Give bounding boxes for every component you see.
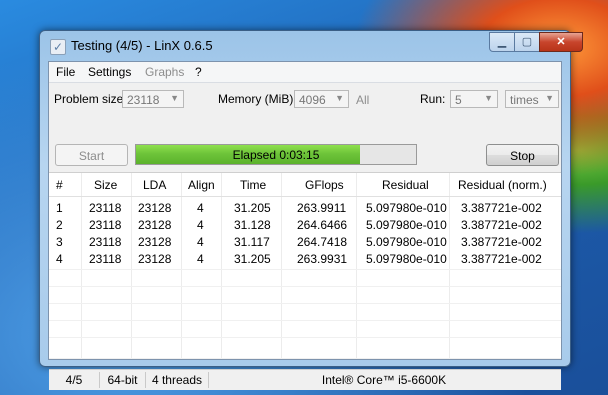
cell-residual-norm: 3.387721e-002	[461, 235, 542, 249]
cell-size: 23118	[89, 218, 122, 232]
chevron-down-icon: ▼	[484, 93, 493, 103]
row-separator	[49, 337, 561, 338]
window-title: Testing (4/5) - LinX 0.6.5	[71, 38, 213, 53]
chevron-down-icon: ▼	[545, 93, 554, 103]
status-threads: 4 threads	[146, 372, 209, 388]
cell-residual: 5.097980e-010	[366, 218, 447, 232]
cell-gflops: 263.9931	[297, 252, 348, 266]
menu-graphs[interactable]: Graphs	[145, 65, 184, 79]
table-header: # Size LDA Align Time GFlops Residual Re…	[49, 173, 561, 197]
cell-time: 31.205	[234, 201, 271, 215]
cell-residual-norm: 3.387721e-002	[461, 218, 542, 232]
chevron-down-icon: ▼	[170, 93, 179, 103]
all-memory-link[interactable]: All	[356, 93, 369, 107]
column-header[interactable]: Residual (norm.)	[458, 178, 547, 192]
cell-residual: 5.097980e-010	[366, 235, 447, 249]
table-row[interactable]: 3 23118 23128 4 31.117 264.7418 5.097980…	[49, 235, 561, 252]
status-cpu: Intel® Core™ i5-6600K	[321, 373, 447, 387]
elapsed-time-text: Elapsed 0:03:15	[232, 148, 320, 162]
row-separator	[49, 269, 561, 270]
problem-size-value: 23118	[127, 93, 160, 107]
menu-settings[interactable]: Settings	[88, 65, 131, 79]
run-count-combo[interactable]: 5 ▼	[450, 90, 498, 108]
minimize-button[interactable]: ▁	[489, 32, 515, 52]
column-header[interactable]: Align	[188, 178, 215, 192]
menu-file[interactable]: File	[56, 65, 75, 79]
cell-residual: 5.097980e-010	[366, 201, 447, 215]
cell-lda: 23128	[138, 201, 172, 215]
cell-size: 23118	[89, 235, 122, 249]
row-separator	[49, 303, 561, 304]
column-header[interactable]: Residual	[382, 178, 429, 192]
cell-align: 4	[197, 235, 204, 249]
cell-align: 4	[197, 218, 204, 232]
cell-gflops: 263.9911	[297, 201, 347, 215]
run-count-value: 5	[455, 93, 462, 107]
app-check-icon: ✓	[50, 39, 66, 55]
table-row[interactable]: 2 23118 23128 4 31.128 264.6466 5.097980…	[49, 218, 561, 235]
results-table: # Size LDA Align Time GFlops Residual Re…	[49, 172, 561, 358]
run-unit-combo[interactable]: times ▼	[505, 90, 559, 108]
menu-help[interactable]: ?	[195, 65, 202, 79]
status-bar: 4/5 64-bit 4 threads Intel® Core™ i5-660…	[49, 369, 561, 390]
status-bitness: 64-bit	[100, 372, 146, 388]
memory-combo[interactable]: 4096 ▼	[294, 90, 349, 108]
column-header[interactable]: Size	[94, 178, 117, 192]
maximize-button[interactable]: ▢	[514, 32, 540, 52]
problem-size-label: Problem size:	[54, 92, 127, 106]
memory-label: Memory (MiB):	[218, 92, 297, 106]
column-header[interactable]: GFlops	[305, 178, 344, 192]
cell-align: 4	[197, 252, 204, 266]
menu-bar: File Settings Graphs ?	[49, 62, 561, 83]
cell-time: 31.117	[234, 235, 270, 249]
cell-residual-norm: 3.387721e-002	[461, 201, 542, 215]
column-header[interactable]: LDA	[143, 178, 166, 192]
cell-index: 3	[56, 235, 63, 249]
title-bar[interactable]: ✓ Testing (4/5) - LinX 0.6.5 ▁ ▢ ✕	[40, 31, 583, 61]
run-label: Run:	[420, 92, 446, 106]
status-run-progress: 4/5	[49, 372, 100, 388]
cell-gflops: 264.7418	[297, 235, 348, 249]
linx-window: ✓ Testing (4/5) - LinX 0.6.5 ▁ ▢ ✕ File …	[39, 30, 583, 390]
row-separator	[49, 320, 561, 321]
cell-time: 31.128	[234, 218, 271, 232]
cell-lda: 23128	[138, 252, 172, 266]
cell-lda: 23128	[138, 235, 172, 249]
cell-time: 31.205	[234, 252, 271, 266]
table-row[interactable]: 4 23118 23128 4 31.205 263.9931 5.097980…	[49, 252, 561, 269]
cell-index: 2	[56, 218, 63, 232]
client-area: File Settings Graphs ? Problem size: 231…	[48, 61, 562, 390]
cell-gflops: 264.6466	[297, 218, 348, 232]
problem-size-combo[interactable]: 23118 ▼	[122, 90, 184, 108]
cell-size: 23118	[89, 201, 122, 215]
close-button[interactable]: ✕	[539, 32, 583, 52]
cell-residual-norm: 3.387721e-002	[461, 252, 542, 266]
column-header[interactable]: #	[56, 178, 63, 192]
table-row[interactable]: 1 23118 23128 4 31.205 263.9911 5.097980…	[49, 201, 561, 218]
cell-size: 23118	[89, 252, 122, 266]
cell-index: 4	[56, 252, 63, 266]
cell-index: 1	[56, 201, 63, 215]
cell-lda: 23128	[138, 218, 172, 232]
stop-button[interactable]: Stop	[486, 144, 559, 166]
chevron-down-icon: ▼	[335, 93, 344, 103]
cell-residual: 5.097980e-010	[366, 252, 447, 266]
memory-value: 4096	[299, 93, 326, 107]
row-separator	[49, 286, 561, 287]
elapsed-progress-bar: Elapsed 0:03:15	[135, 144, 417, 165]
cell-align: 4	[197, 201, 204, 215]
column-header[interactable]: Time	[240, 178, 266, 192]
run-unit-value: times	[510, 93, 539, 107]
start-button[interactable]: Start	[55, 144, 128, 166]
